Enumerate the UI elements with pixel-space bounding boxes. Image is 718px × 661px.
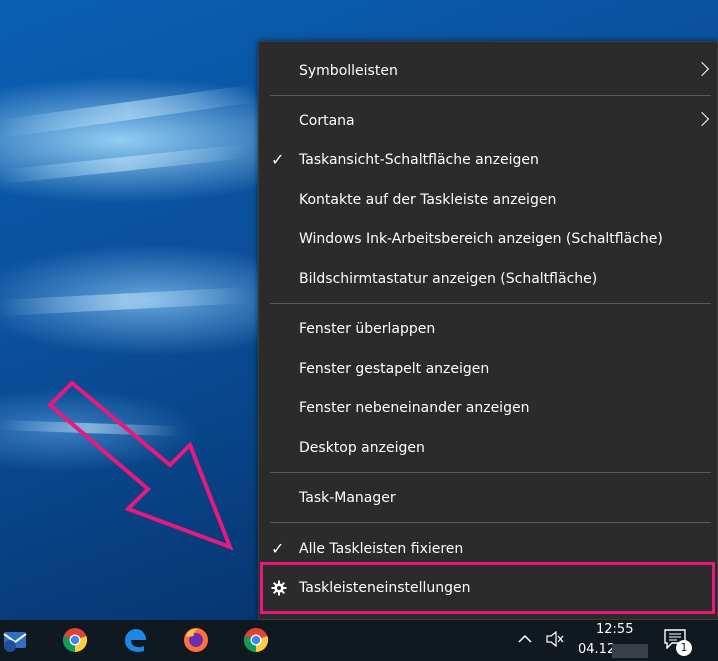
menu-item-label: Taskansicht-Schaltfläche anzeigen — [299, 152, 539, 168]
menu-item-label: Fenster überlappen — [299, 321, 436, 337]
menu-item-label: Task-Manager — [299, 490, 396, 506]
menu-item-fenster-ueberlappen[interactable]: Fenster überlappen — [259, 310, 717, 348]
menu-item-task-manager[interactable]: Task-Manager — [259, 479, 717, 517]
menu-item-label: Bildschirmtastatur anzeigen (Schaltfläch… — [299, 271, 598, 287]
menu-item-desktop-anzeigen[interactable]: Desktop anzeigen — [259, 429, 717, 467]
taskbar-context-menu: Symbolleisten Cortana ✓ Taskansicht-Scha… — [258, 41, 718, 620]
annotation-highlight-box — [260, 562, 715, 614]
chevron-up-icon[interactable] — [518, 632, 532, 646]
annotation-arrow — [47, 380, 234, 551]
redacted-date-part — [612, 644, 648, 658]
menu-item-cortana[interactable]: Cortana — [259, 102, 717, 140]
menu-item-taskansicht[interactable]: ✓ Taskansicht-Schaltfläche anzeigen — [259, 141, 717, 179]
menu-item-label: Cortana — [299, 113, 355, 129]
menu-item-windows-ink[interactable]: Windows Ink-Arbeitsbereich anzeigen (Sch… — [259, 220, 717, 258]
menu-item-label: Windows Ink-Arbeitsbereich anzeigen (Sch… — [299, 231, 663, 247]
clock-time[interactable]: 12:55 — [596, 622, 633, 637]
wallpaper-light-beam — [0, 143, 250, 184]
taskbar: 12:55 04.12. 1 — [0, 620, 718, 661]
chrome-icon[interactable] — [242, 626, 270, 654]
edge-icon[interactable] — [121, 626, 149, 654]
menu-item-kontakte[interactable]: Kontakte auf der Taskleiste anzeigen — [259, 181, 717, 219]
mail-app-icon[interactable] — [2, 626, 30, 654]
menu-item-bildschirmtastatur[interactable]: Bildschirmtastatur anzeigen (Schaltfläch… — [259, 260, 717, 298]
chevron-right-icon — [694, 61, 710, 77]
menu-separator — [270, 522, 711, 523]
wallpaper-light-beam — [0, 83, 259, 138]
menu-item-label: Fenster gestapelt anzeigen — [299, 361, 490, 377]
menu-item-label: Symbolleisten — [299, 63, 398, 79]
chevron-right-icon — [694, 111, 710, 127]
menu-separator — [270, 472, 711, 473]
chrome-icon[interactable] — [61, 626, 89, 654]
notification-count-badge: 1 — [676, 640, 692, 656]
checkmark-icon: ✓ — [271, 150, 285, 169]
menu-separator — [270, 95, 711, 96]
menu-separator — [270, 303, 711, 304]
firefox-icon[interactable] — [182, 626, 210, 654]
volume-muted-icon[interactable] — [546, 631, 564, 647]
menu-item-fenster-nebeneinander[interactable]: Fenster nebeneinander anzeigen — [259, 389, 717, 427]
menu-item-fenster-gestapelt[interactable]: Fenster gestapelt anzeigen — [259, 350, 717, 388]
menu-item-label: Desktop anzeigen — [299, 440, 425, 456]
menu-item-label: Kontakte auf der Taskleiste anzeigen — [299, 192, 557, 208]
menu-item-label: Fenster nebeneinander anzeigen — [299, 400, 530, 416]
menu-item-symbolleisten[interactable]: Symbolleisten — [259, 52, 717, 90]
wallpaper-light-beam — [0, 286, 251, 316]
